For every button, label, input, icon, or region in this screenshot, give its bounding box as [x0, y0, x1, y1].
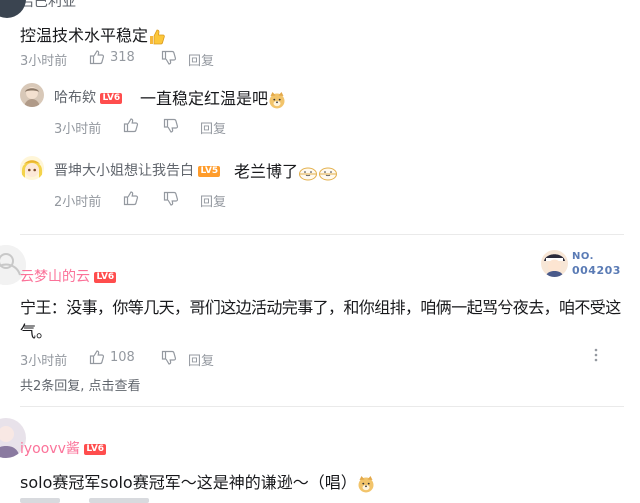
- reply-button[interactable]: 回复: [188, 50, 214, 69]
- fan-badge-number: 004203: [572, 264, 621, 277]
- dislike-button[interactable]: [163, 191, 179, 207]
- dislike-button[interactable]: [161, 50, 177, 66]
- partial-meta-row: [89, 498, 149, 503]
- reply-text: 一直稳定红温是吧: [140, 85, 286, 109]
- reply-username[interactable]: 哈布欸 LV6: [54, 87, 123, 107]
- reply-text: 老兰博了: [234, 158, 338, 182]
- avatar[interactable]: [20, 83, 44, 107]
- thumbs-up-icon: [123, 191, 139, 206]
- level-badge: LV6: [94, 271, 117, 283]
- reply-username[interactable]: 晋坤大小姐想让我告白 LV5: [54, 160, 221, 180]
- doge-emoji-icon: [268, 91, 286, 109]
- thumbs-down-icon: [163, 191, 179, 206]
- fan-badge: NO. 004203: [541, 246, 627, 280]
- reply-time: 3小时前: [54, 122, 102, 137]
- comment-time: 3小时前: [20, 354, 68, 369]
- reply-button[interactable]: 回复: [188, 350, 214, 369]
- thumbs-down-icon: [161, 50, 177, 65]
- dumpling-emoji-icon: [298, 164, 318, 182]
- like-count: 108: [110, 350, 135, 365]
- dislike-button[interactable]: [163, 118, 179, 134]
- comment-time: 3小时前: [20, 54, 68, 69]
- comment-username[interactable]: iyoovv酱 LV6: [20, 438, 107, 458]
- thumbs-down-icon: [163, 118, 179, 133]
- comment-text: 控温技术水平稳定: [20, 22, 166, 46]
- comment-text: solo赛冠军solo赛冠军～这是神的谦逊～（唱）: [20, 469, 375, 493]
- comment-text: 宁王：没事，你等几天，哥们这边活动完事了，和你组排，咱俩一起骂兮夜去，咱不受这 …: [20, 296, 630, 344]
- thumbs-down-icon: [161, 350, 177, 365]
- partial-avatar: [0, 0, 26, 18]
- thumbs-up-icon: [89, 350, 105, 365]
- partial-username: 吕巴利亚: [20, 0, 76, 10]
- more-options-icon[interactable]: [592, 347, 600, 363]
- fan-badge-avatar: [541, 250, 568, 277]
- partial-meta-row: [20, 498, 60, 503]
- view-replies-link[interactable]: 共2条回复, 点击查看: [20, 375, 141, 394]
- dumpling-emoji-icon: [318, 164, 338, 182]
- like-button[interactable]: [89, 49, 105, 65]
- divider: [20, 406, 624, 407]
- thumbs-up-icon: [123, 118, 139, 133]
- level-badge: LV6: [84, 443, 107, 455]
- like-button[interactable]: [123, 117, 139, 133]
- reply-time: 2小时前: [54, 195, 102, 210]
- avatar[interactable]: [20, 156, 44, 180]
- reply-button[interactable]: 回复: [200, 118, 226, 137]
- like-count: 318: [110, 50, 135, 65]
- comment-text-line: 宁王：没事，你等几天，哥们这边活动完事了，和你组排，咱俩一起骂兮夜去，咱不受这: [20, 298, 621, 317]
- comment-text-line: 气。: [20, 322, 53, 341]
- thumbs-up-emoji-icon: [148, 28, 166, 46]
- like-button[interactable]: [89, 349, 105, 365]
- dislike-button[interactable]: [161, 350, 177, 366]
- level-badge: LV5: [198, 165, 221, 177]
- level-badge: LV6: [100, 92, 123, 104]
- comment-username[interactable]: 云梦山的云 LV6: [20, 266, 117, 286]
- divider: [20, 234, 624, 235]
- fan-badge-no: NO.: [572, 251, 594, 262]
- thumbs-up-icon: [89, 50, 105, 65]
- like-button[interactable]: [123, 190, 139, 206]
- reply-button[interactable]: 回复: [200, 191, 226, 210]
- doge-emoji-icon: [357, 475, 375, 493]
